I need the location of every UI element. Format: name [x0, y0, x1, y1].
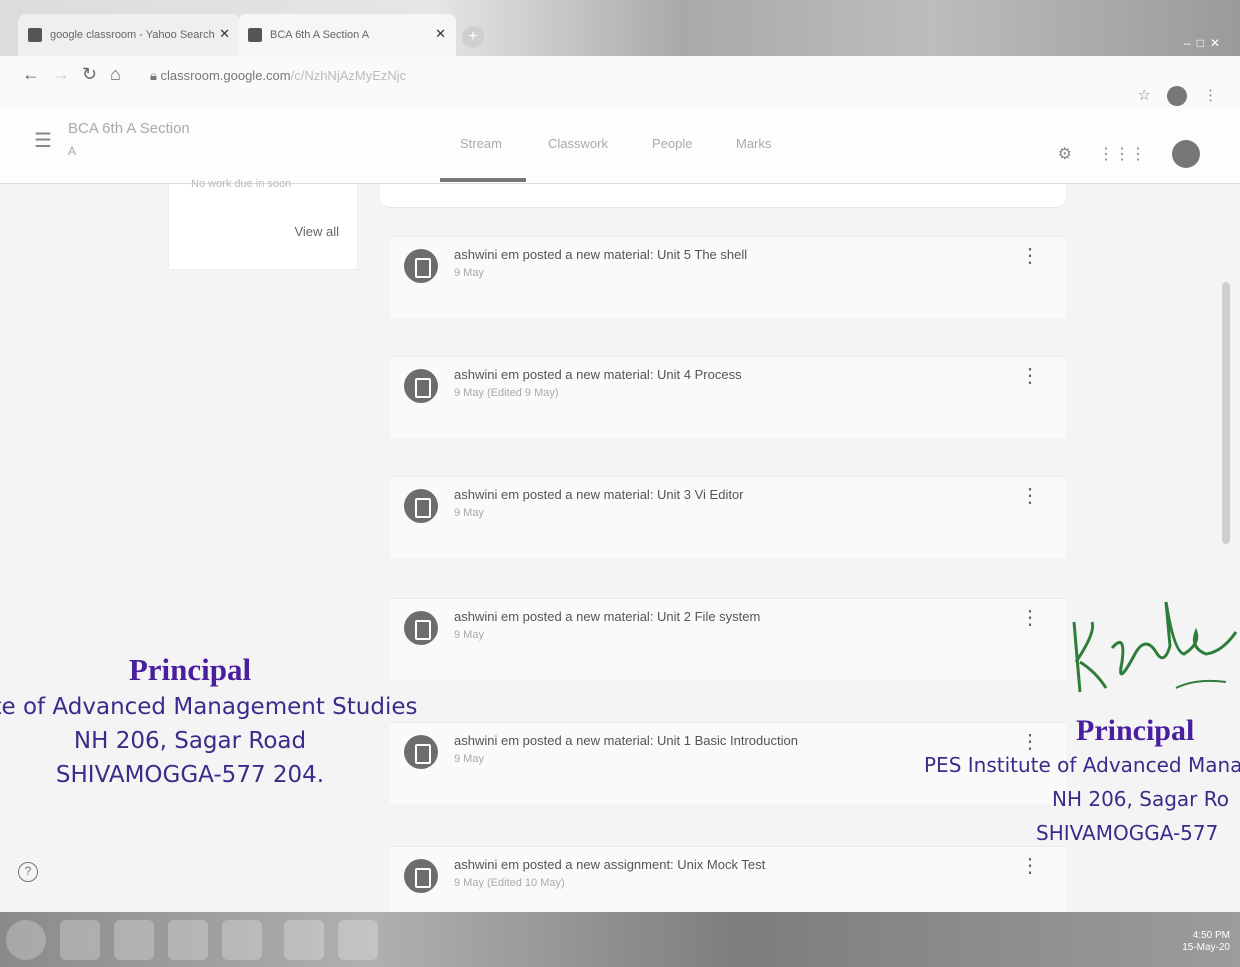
settings-gear-icon[interactable]: ⚙: [1058, 144, 1072, 164]
header-actions: ⚙ ⋮⋮⋮: [1058, 140, 1200, 168]
stamp-line: itute of Advanced Management Studies: [0, 694, 418, 720]
kebab-menu-icon[interactable]: ⋮: [1203, 86, 1218, 106]
classroom-header: ☰ BCA 6th A Section A Stream Classwork P…: [0, 108, 1240, 184]
tab-stream[interactable]: Stream: [460, 136, 502, 151]
hamburger-menu-icon[interactable]: ☰: [34, 128, 52, 153]
notes-app-icon[interactable]: [338, 920, 378, 960]
more-options-icon[interactable]: ⋮: [1020, 246, 1040, 266]
post-date: 9 May (Edited 9 May): [454, 387, 559, 399]
upcoming-card: No work due in soon View all: [168, 178, 358, 270]
page-scrollbar[interactable]: [1222, 282, 1230, 544]
stream-post[interactable]: ashwini em posted a new material: Unit 5…: [390, 236, 1066, 318]
home-icon[interactable]: ⌂: [110, 64, 121, 85]
word-icon[interactable]: [284, 920, 324, 960]
tab-classwork[interactable]: Classwork: [548, 136, 608, 151]
material-icon: [404, 489, 438, 523]
stamp-title: Principal: [128, 652, 252, 687]
apps-grid-icon[interactable]: ⋮⋮⋮: [1098, 144, 1146, 164]
help-icon[interactable]: ?: [18, 862, 38, 882]
reload-icon[interactable]: ↻: [82, 64, 97, 85]
media-player-icon[interactable]: [168, 920, 208, 960]
post-text: ashwini em posted a new material: Unit 1…: [454, 733, 798, 748]
browser-tab-yahoo[interactable]: google classroom - Yahoo Search ✕: [18, 14, 240, 56]
assignment-icon: [404, 859, 438, 893]
file-explorer-icon[interactable]: [114, 920, 154, 960]
address-bar: ← → ↻ ⌂ 🔒︎ classroom.google.com/c/NzhNjA…: [0, 56, 1240, 108]
stream-post[interactable]: ashwini em posted a new material: Unit 4…: [390, 356, 1066, 438]
profile-avatar-icon[interactable]: [1167, 86, 1187, 106]
principal-stamp-right: Principal PES Institute of Advanced Mana…: [924, 714, 1240, 850]
forward-arrow-icon[interactable]: →: [52, 64, 70, 85]
stamp-line: NH 206, Sagar Ro: [1052, 787, 1229, 811]
active-tab-indicator: [440, 178, 526, 182]
material-icon: [404, 611, 438, 645]
stamp-line: SHIVAMOGGA-577: [1036, 821, 1219, 845]
classroom-favicon-icon: [248, 28, 262, 42]
stamp-line: PES Institute of Advanced Manag: [924, 753, 1240, 777]
tab-label: google classroom - Yahoo Search: [50, 29, 215, 41]
post-text: ashwini em posted a new material: Unit 2…: [454, 609, 761, 624]
principal-stamp-left: Principal itute of Advanced Management S…: [0, 652, 420, 792]
lock-icon: 🔒︎: [150, 68, 161, 83]
stream-post[interactable]: ashwini em posted a new material: Unit 2…: [390, 598, 1066, 680]
tab-label: BCA 6th A Section A: [270, 29, 370, 41]
no-work-text: No work due in soon: [191, 178, 292, 190]
browser-tab-strip: google classroom - Yahoo Search ✕ BCA 6t…: [0, 0, 1240, 56]
post-date: 9 May: [454, 267, 484, 279]
yahoo-favicon-icon: [28, 28, 42, 42]
browser-tab-classroom[interactable]: BCA 6th A Section A ✕: [238, 14, 456, 56]
post-text: ashwini em posted a new material: Unit 5…: [454, 247, 748, 262]
class-title[interactable]: BCA 6th A Section: [68, 120, 190, 137]
url-field[interactable]: 🔒︎ classroom.google.com/c/NzhNjAzMyEzNjc: [150, 68, 406, 84]
more-options-icon[interactable]: ⋮: [1020, 856, 1040, 876]
post-date: 9 May (Edited 10 May): [454, 877, 565, 889]
clock-date: 15-May-20: [1182, 942, 1230, 953]
browser-toolbar-icons: ☆ ⋮: [1138, 86, 1218, 106]
more-options-icon[interactable]: ⋮: [1020, 486, 1040, 506]
url-path: /c/NzhNjAzMyEzNjc: [290, 68, 407, 83]
stamp-line: SHIVAMOGGA-577 204.: [55, 762, 325, 788]
material-icon: [404, 249, 438, 283]
close-tab-icon[interactable]: ✕: [219, 26, 230, 42]
view-all-link[interactable]: View all: [294, 224, 339, 239]
clock-time: 4:50 PM: [1192, 930, 1230, 941]
window-controls[interactable]: –□✕: [1184, 36, 1226, 50]
chrome-icon[interactable]: [222, 920, 262, 960]
close-tab-icon[interactable]: ✕: [435, 26, 446, 42]
material-icon: [404, 369, 438, 403]
stream-post[interactable]: ashwini em posted a new assignment: Unix…: [390, 846, 1066, 912]
stamp-title: Principal: [1076, 714, 1195, 747]
post-date: 9 May: [454, 507, 484, 519]
url-host: classroom.google.com: [160, 68, 291, 83]
post-date: 9 May: [454, 753, 484, 765]
post-text: ashwini em posted a new material: Unit 4…: [454, 367, 742, 382]
windows-taskbar: 4:50 PM 15-May-20: [0, 912, 1240, 967]
internet-explorer-icon[interactable]: [60, 920, 100, 960]
stream-post[interactable]: ashwini em posted a new material: Unit 3…: [390, 476, 1066, 558]
bookmark-star-icon[interactable]: ☆: [1138, 86, 1151, 106]
new-tab-plus-icon[interactable]: +: [462, 26, 484, 48]
start-button-icon[interactable]: [6, 920, 46, 960]
more-options-icon[interactable]: ⋮: [1020, 366, 1040, 386]
system-tray-clock[interactable]: 4:50 PM 15-May-20: [1182, 930, 1230, 954]
tab-people[interactable]: People: [652, 136, 692, 151]
stream-composer-card: [380, 184, 1066, 208]
tab-marks[interactable]: Marks: [736, 136, 771, 151]
class-subtitle: A: [68, 144, 77, 158]
post-text: ashwini em posted a new assignment: Unix…: [454, 857, 766, 872]
post-date: 9 May: [454, 629, 484, 641]
back-arrow-icon[interactable]: ←: [22, 64, 40, 85]
account-avatar[interactable]: [1172, 140, 1200, 168]
stamp-line: NH 206, Sagar Road: [73, 728, 307, 754]
handwritten-signature: [1072, 601, 1238, 693]
post-text: ashwini em posted a new material: Unit 3…: [454, 487, 744, 502]
more-options-icon[interactable]: ⋮: [1020, 608, 1040, 628]
